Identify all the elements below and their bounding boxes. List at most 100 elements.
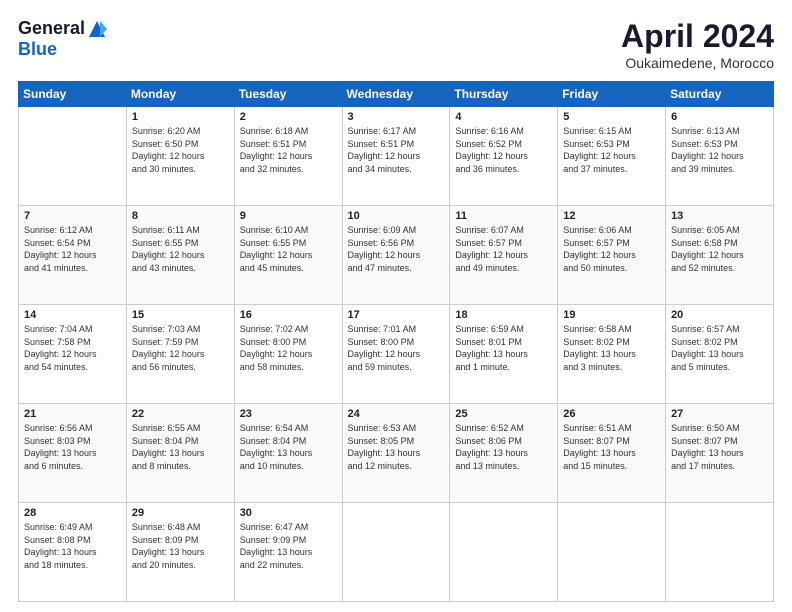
calendar-day-cell: 4 Sunrise: 6:16 AM Sunset: 6:52 PM Daylig…	[450, 107, 558, 206]
page: General Blue April 2024 Oukaimedene, Mor…	[0, 0, 792, 612]
calendar-day-cell	[450, 503, 558, 602]
calendar-week-row: 7Sunrise: 6:12 AM Sunset: 6:54 PM Daylig…	[19, 206, 774, 305]
calendar-day-cell: 15 Sunrise: 7:03 AM Sunset: 7:59 PM Dayli…	[126, 305, 234, 404]
day-number: 2	[240, 111, 337, 123]
calendar-day-cell: 26 Sunrise: 6:51 AM Sunset: 8:07 PM Dayli…	[558, 404, 666, 503]
day-number: 8	[132, 210, 229, 222]
day-info: Sunrise: 6:06 AM Sunset: 6:57 PM Dayligh…	[563, 224, 660, 274]
calendar-day-cell: 11Sunrise: 6:07 AM Sunset: 6:57 PM Dayli…	[450, 206, 558, 305]
col-thursday: Thursday	[450, 82, 558, 107]
logo-icon	[87, 19, 107, 39]
header: General Blue April 2024 Oukaimedene, Mor…	[18, 18, 774, 71]
calendar-week-row: 28 Sunrise: 6:49 AM Sunset: 8:08 PM Dayli…	[19, 503, 774, 602]
day-info: Sunrise: 6:20 AM Sunset: 6:50 PM Dayligh…	[132, 125, 229, 175]
day-number: 1	[132, 111, 229, 123]
col-sunday: Sunday	[19, 82, 127, 107]
calendar-day-cell: 29 Sunrise: 6:48 AM Sunset: 8:09 PM Dayli…	[126, 503, 234, 602]
day-info: Sunrise: 6:13 AM Sunset: 6:53 PM Dayligh…	[671, 125, 768, 175]
calendar-day-cell: 8Sunrise: 6:11 AM Sunset: 6:55 PM Daylig…	[126, 206, 234, 305]
logo: General Blue	[18, 18, 107, 60]
col-friday: Friday	[558, 82, 666, 107]
calendar-day-cell: 1 Sunrise: 6:20 AM Sunset: 6:50 PM Daylig…	[126, 107, 234, 206]
day-number: 25	[455, 408, 552, 420]
day-number: 29	[132, 507, 229, 519]
calendar-week-row: 21 Sunrise: 6:56 AM Sunset: 8:03 PM Dayli…	[19, 404, 774, 503]
calendar-day-cell: 9 Sunrise: 6:10 AM Sunset: 6:55 PM Daylig…	[234, 206, 342, 305]
day-number: 27	[671, 408, 768, 420]
calendar-day-cell: 3 Sunrise: 6:17 AM Sunset: 6:51 PM Daylig…	[342, 107, 450, 206]
calendar-day-cell: 2 Sunrise: 6:18 AM Sunset: 6:51 PM Daylig…	[234, 107, 342, 206]
day-info: Sunrise: 7:03 AM Sunset: 7:59 PM Dayligh…	[132, 323, 229, 373]
day-number: 4	[455, 111, 552, 123]
calendar-day-cell: 18 Sunrise: 6:59 AM Sunset: 8:01 PM Dayli…	[450, 305, 558, 404]
calendar-day-cell: 10Sunrise: 6:09 AM Sunset: 6:56 PM Dayli…	[342, 206, 450, 305]
day-number: 21	[24, 408, 121, 420]
calendar-day-cell	[666, 503, 774, 602]
day-number: 5	[563, 111, 660, 123]
day-info: Sunrise: 6:50 AM Sunset: 8:07 PM Dayligh…	[671, 422, 768, 472]
calendar-day-cell: 5 Sunrise: 6:15 AM Sunset: 6:53 PM Daylig…	[558, 107, 666, 206]
title-section: April 2024 Oukaimedene, Morocco	[621, 18, 774, 71]
day-info: Sunrise: 6:52 AM Sunset: 8:06 PM Dayligh…	[455, 422, 552, 472]
day-info: Sunrise: 6:18 AM Sunset: 6:51 PM Dayligh…	[240, 125, 337, 175]
day-info: Sunrise: 6:54 AM Sunset: 8:04 PM Dayligh…	[240, 422, 337, 472]
logo-general-text: General	[18, 18, 85, 39]
day-info: Sunrise: 6:59 AM Sunset: 8:01 PM Dayligh…	[455, 323, 552, 373]
day-info: Sunrise: 6:51 AM Sunset: 8:07 PM Dayligh…	[563, 422, 660, 472]
day-info: Sunrise: 7:04 AM Sunset: 7:58 PM Dayligh…	[24, 323, 121, 373]
day-number: 10	[348, 210, 445, 222]
day-number: 15	[132, 309, 229, 321]
calendar-day-cell: 17Sunrise: 7:01 AM Sunset: 8:00 PM Dayli…	[342, 305, 450, 404]
day-number: 9	[240, 210, 337, 222]
day-info: Sunrise: 6:17 AM Sunset: 6:51 PM Dayligh…	[348, 125, 445, 175]
calendar-day-cell: 24Sunrise: 6:53 AM Sunset: 8:05 PM Dayli…	[342, 404, 450, 503]
logo-blue-text: Blue	[18, 39, 57, 60]
col-saturday: Saturday	[666, 82, 774, 107]
day-number: 19	[563, 309, 660, 321]
day-number: 11	[455, 210, 552, 222]
day-number: 26	[563, 408, 660, 420]
calendar-day-cell: 13Sunrise: 6:05 AM Sunset: 6:58 PM Dayli…	[666, 206, 774, 305]
day-info: Sunrise: 6:56 AM Sunset: 8:03 PM Dayligh…	[24, 422, 121, 472]
calendar-day-cell	[342, 503, 450, 602]
day-info: Sunrise: 6:10 AM Sunset: 6:55 PM Dayligh…	[240, 224, 337, 274]
calendar-day-cell: 19 Sunrise: 6:58 AM Sunset: 8:02 PM Dayli…	[558, 305, 666, 404]
day-number: 30	[240, 507, 337, 519]
calendar-day-cell: 22Sunrise: 6:55 AM Sunset: 8:04 PM Dayli…	[126, 404, 234, 503]
calendar-week-row: 14 Sunrise: 7:04 AM Sunset: 7:58 PM Dayli…	[19, 305, 774, 404]
day-number: 18	[455, 309, 552, 321]
calendar-day-cell: 12 Sunrise: 6:06 AM Sunset: 6:57 PM Dayli…	[558, 206, 666, 305]
calendar-day-cell: 16Sunrise: 7:02 AM Sunset: 8:00 PM Dayli…	[234, 305, 342, 404]
day-number: 14	[24, 309, 121, 321]
day-info: Sunrise: 6:58 AM Sunset: 8:02 PM Dayligh…	[563, 323, 660, 373]
location: Oukaimedene, Morocco	[621, 55, 774, 71]
calendar-day-cell	[558, 503, 666, 602]
day-number: 28	[24, 507, 121, 519]
calendar-day-cell: 27 Sunrise: 6:50 AM Sunset: 8:07 PM Dayli…	[666, 404, 774, 503]
col-wednesday: Wednesday	[342, 82, 450, 107]
day-number: 20	[671, 309, 768, 321]
day-info: Sunrise: 6:49 AM Sunset: 8:08 PM Dayligh…	[24, 521, 121, 571]
calendar-day-cell: 14 Sunrise: 7:04 AM Sunset: 7:58 PM Dayli…	[19, 305, 127, 404]
day-info: Sunrise: 6:12 AM Sunset: 6:54 PM Dayligh…	[24, 224, 121, 274]
day-info: Sunrise: 6:57 AM Sunset: 8:02 PM Dayligh…	[671, 323, 768, 373]
calendar-day-cell: 6 Sunrise: 6:13 AM Sunset: 6:53 PM Daylig…	[666, 107, 774, 206]
day-info: Sunrise: 6:16 AM Sunset: 6:52 PM Dayligh…	[455, 125, 552, 175]
calendar-day-cell: 30Sunrise: 6:47 AM Sunset: 9:09 PM Dayli…	[234, 503, 342, 602]
day-number: 17	[348, 309, 445, 321]
day-info: Sunrise: 6:53 AM Sunset: 8:05 PM Dayligh…	[348, 422, 445, 472]
calendar-day-cell: 20 Sunrise: 6:57 AM Sunset: 8:02 PM Dayli…	[666, 305, 774, 404]
month-title: April 2024	[621, 18, 774, 55]
day-number: 23	[240, 408, 337, 420]
col-tuesday: Tuesday	[234, 82, 342, 107]
day-info: Sunrise: 6:15 AM Sunset: 6:53 PM Dayligh…	[563, 125, 660, 175]
calendar-table: Sunday Monday Tuesday Wednesday Thursday…	[18, 81, 774, 602]
day-number: 22	[132, 408, 229, 420]
day-number: 3	[348, 111, 445, 123]
day-number: 12	[563, 210, 660, 222]
day-info: Sunrise: 7:02 AM Sunset: 8:00 PM Dayligh…	[240, 323, 337, 373]
day-info: Sunrise: 6:05 AM Sunset: 6:58 PM Dayligh…	[671, 224, 768, 274]
day-number: 6	[671, 111, 768, 123]
day-info: Sunrise: 6:48 AM Sunset: 8:09 PM Dayligh…	[132, 521, 229, 571]
calendar-header-row: Sunday Monday Tuesday Wednesday Thursday…	[19, 82, 774, 107]
